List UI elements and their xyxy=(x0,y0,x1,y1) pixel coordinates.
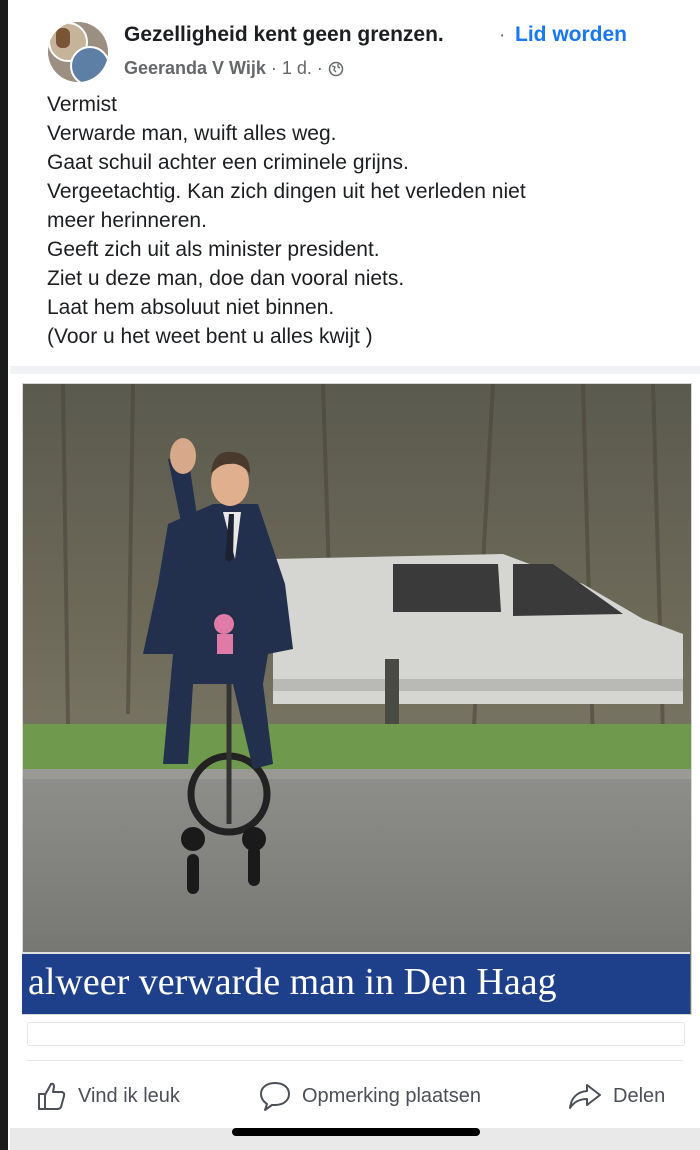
post-meta: Geeranda V Wijk · 1 d. · xyxy=(124,58,344,79)
comment-label: Opmerking plaatsen xyxy=(302,1084,481,1107)
post-text-line: Verwarde man, wuift alles weg. xyxy=(47,122,337,145)
post-text-line: Gaat schuil achter een criminele grijns. xyxy=(47,151,409,174)
comment-button[interactable]: Opmerking plaatsen xyxy=(258,1080,481,1112)
image-caption: alweer verwarde man in Den Haag xyxy=(28,961,557,1003)
thumbs-up-icon xyxy=(38,1082,66,1110)
comment-preview-box[interactable] xyxy=(27,1022,685,1046)
like-button[interactable]: Vind ik leuk xyxy=(36,1080,180,1112)
post-text-line: Ziet u deze man, doe dan vooral niets. xyxy=(47,267,405,290)
post-text-line: (Voor u het weet bent u alles kwijt ) xyxy=(47,325,373,348)
globe-icon xyxy=(328,61,344,76)
group-avatar[interactable] xyxy=(48,22,108,82)
like-label: Vind ik leuk xyxy=(78,1084,180,1107)
post-body: Vermist Verwarde man, wuift alles weg. G… xyxy=(47,90,667,351)
actions-divider xyxy=(27,1060,683,1061)
avatar-figure xyxy=(56,28,70,48)
post-divider xyxy=(10,366,700,374)
share-label: Delen xyxy=(613,1084,666,1107)
post-text-line: Vergeetachtig. Kan zich dingen uit het v… xyxy=(47,180,526,203)
post-text-line: meer herinneren. xyxy=(47,209,207,232)
post-text-line: Vermist xyxy=(47,93,118,116)
window-edge xyxy=(0,0,8,1150)
speech-bubble-icon xyxy=(260,1082,290,1111)
post-time[interactable]: · 1 d. · xyxy=(271,58,323,79)
group-name-link[interactable]: Gezelligheid kent geen grenzen. xyxy=(124,23,444,47)
home-indicator[interactable] xyxy=(232,1128,480,1136)
join-group-link[interactable]: Lid worden xyxy=(515,23,627,47)
post-photo[interactable] xyxy=(22,383,692,1015)
post-text-line: Laat hem absoluut niet binnen. xyxy=(47,296,335,319)
header-separator: · xyxy=(499,25,506,46)
photo-illustration xyxy=(23,384,691,1014)
share-arrow-icon xyxy=(569,1084,601,1109)
post-text-line: Geeft zich uit als minister president. xyxy=(47,238,380,261)
share-button[interactable]: Delen xyxy=(567,1080,665,1112)
author-avatar xyxy=(70,46,108,82)
author-name[interactable]: Geeranda V Wijk xyxy=(124,58,266,79)
